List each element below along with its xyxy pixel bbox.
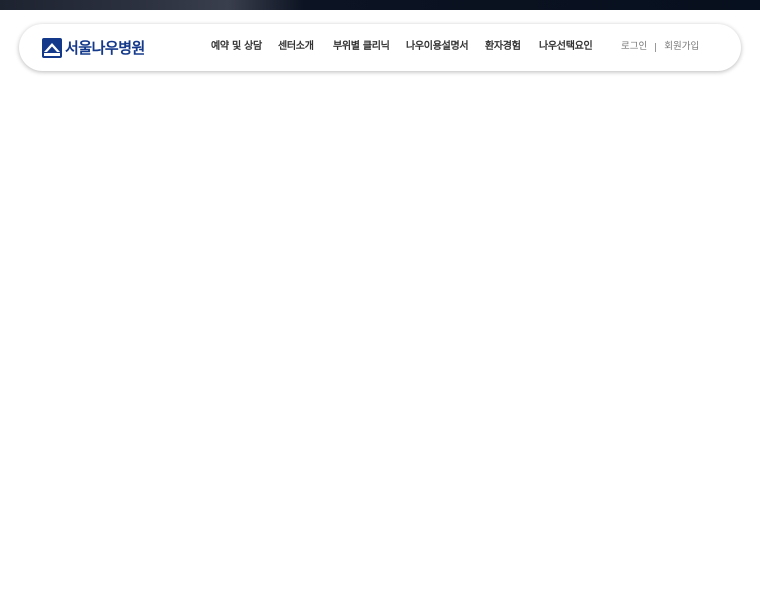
nav-reservation[interactable]: 예약 및 상담 xyxy=(211,40,262,54)
nav-guide[interactable]: 나우이용설명서 xyxy=(406,40,469,54)
util-links: 로그인 회원가입 xyxy=(621,40,699,54)
nav-clinic[interactable]: 부위별 클리닉 xyxy=(333,40,390,54)
nav-patient-experience[interactable]: 환자경험 xyxy=(485,40,521,54)
top-banner-strip xyxy=(0,0,760,10)
login-link[interactable]: 로그인 xyxy=(621,40,647,54)
nav-why-now[interactable]: 나우선택요인 xyxy=(539,40,593,54)
header-bar: 서울나우병원 예약 및 상담 센터소개 부위별 클리닉 나우이용설명서 환자경험… xyxy=(19,24,741,71)
util-divider xyxy=(655,42,657,52)
signup-link[interactable]: 회원가입 xyxy=(664,40,699,54)
nav-center-intro[interactable]: 센터소개 xyxy=(278,40,314,54)
main-content-area xyxy=(0,80,760,600)
